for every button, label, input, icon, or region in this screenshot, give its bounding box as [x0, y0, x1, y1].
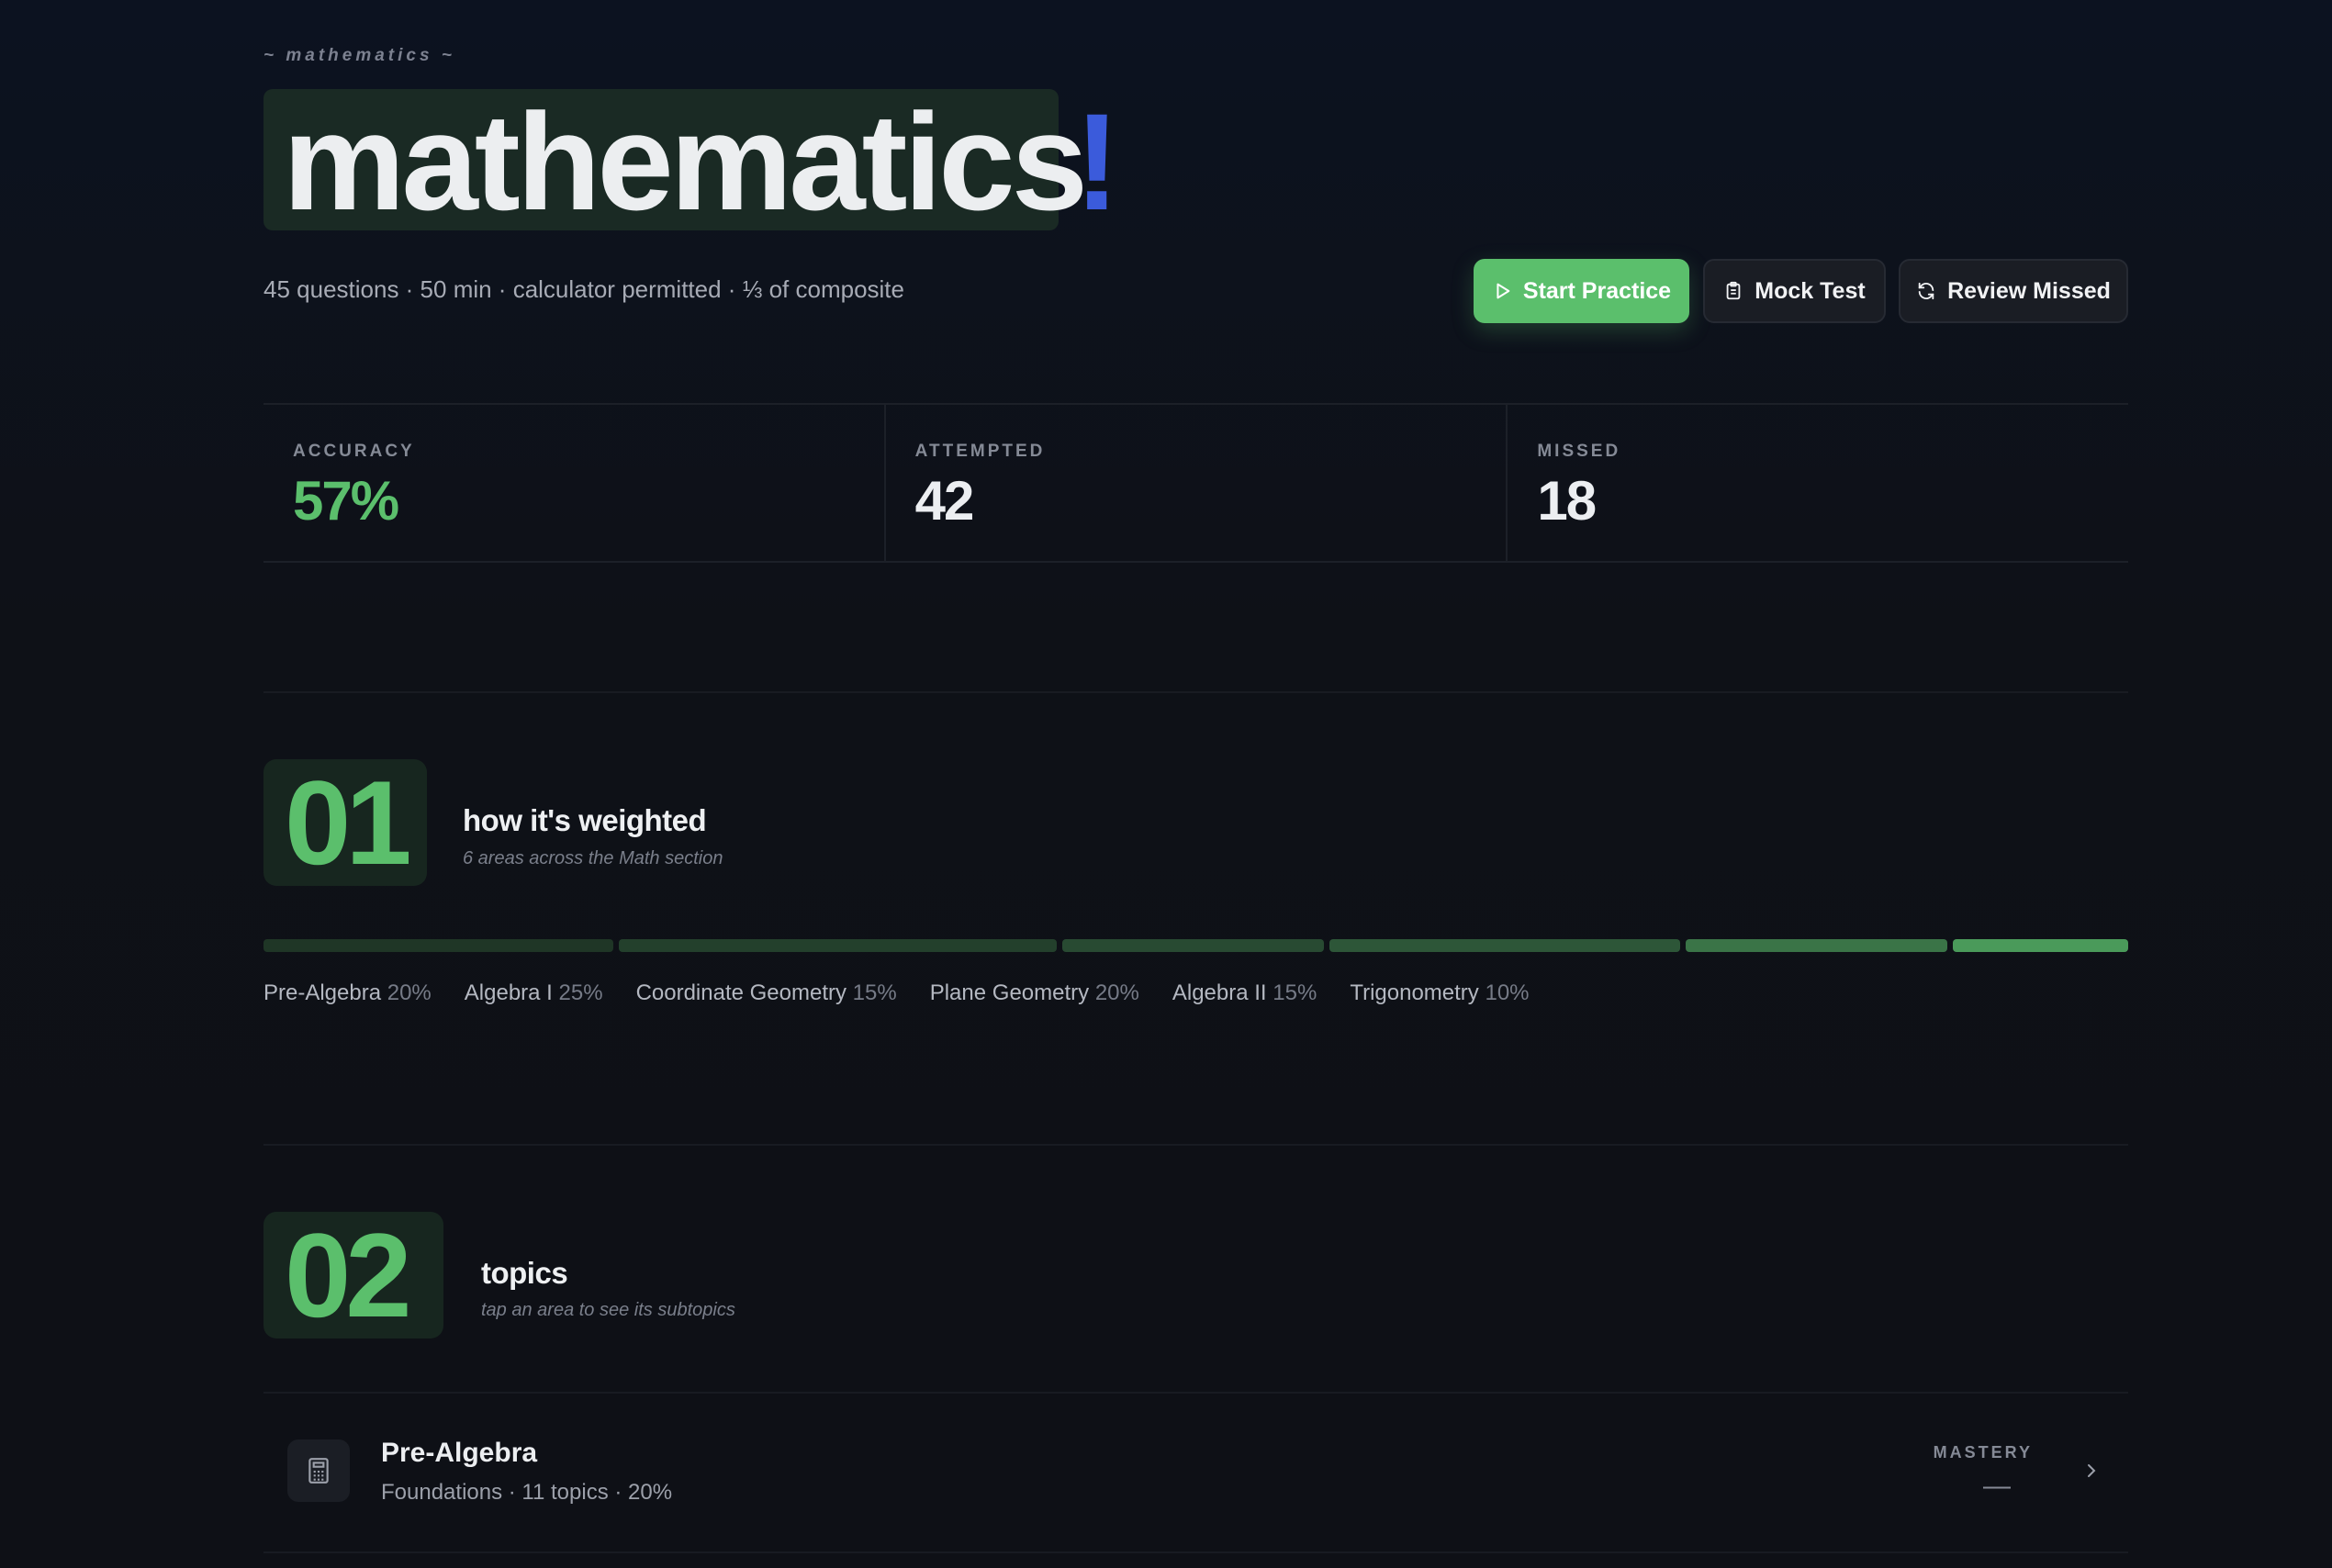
stats-row: ACCURACY 57% ATTEMPTED 42 MISSED 18: [263, 403, 2128, 563]
legend-item: Coordinate Geometry 15%: [636, 980, 897, 1006]
mock-test-button[interactable]: Mock Test: [1703, 259, 1886, 323]
weight-segment: [1685, 939, 1948, 952]
section-title: how it's weighted: [463, 803, 707, 837]
weight-segment: [1061, 939, 1325, 952]
stat-attempted: ATTEMPTED 42: [886, 405, 1508, 561]
play-icon: [1497, 283, 1510, 299]
legend-name: Pre-Algebra: [263, 980, 387, 1005]
section-number: 02: [285, 1208, 412, 1342]
eyebrow-label: ~ mathematics ~: [263, 46, 455, 65]
legend-name: Algebra I: [464, 980, 559, 1005]
legend-percent: 20%: [387, 980, 432, 1005]
topic-subtitle: Foundations · 11 topics · 20%: [381, 1480, 673, 1505]
refresh-icon: [1918, 282, 1934, 300]
topic-title: Pre-Algebra: [381, 1438, 538, 1468]
section-subtitle: tap an area to see its subtopics: [481, 1300, 735, 1320]
review-missed-label: Review Missed: [1947, 277, 2111, 304]
start-practice-label: Start Practice: [1522, 277, 1672, 304]
section-divider: [263, 691, 2128, 693]
weight-legend: Pre-Algebra 20% Algebra I 25% Coordinate G…: [263, 980, 1530, 1006]
legend-percent: 20%: [1094, 980, 1139, 1005]
section-number: 01: [285, 756, 412, 890]
start-practice-button[interactable]: Start Practice: [1474, 259, 1689, 323]
mock-test-label: Mock Test: [1755, 277, 1866, 304]
stat-label: MISSED: [1537, 442, 1621, 461]
legend-item: Algebra II 15%: [1172, 980, 1317, 1006]
calculator-icon: [308, 1458, 329, 1484]
topic-icon-box: [287, 1439, 350, 1502]
legend-item: Algebra I 25%: [465, 980, 603, 1006]
legend-name: Coordinate Geometry: [635, 980, 853, 1005]
legend-name: Trigonometry: [1350, 980, 1486, 1005]
weight-bar: [263, 939, 2128, 952]
stat-label: ACCURACY: [293, 442, 415, 461]
topic-row-pre-algebra[interactable]: Pre-Algebra Foundations · 11 topics · 20…: [263, 1392, 2128, 1553]
chevron-right-icon: [2088, 1464, 2096, 1477]
legend-percent: 10%: [1485, 980, 1530, 1005]
review-missed-button[interactable]: Review Missed: [1899, 259, 2128, 323]
stat-value: 18: [1537, 470, 1597, 532]
legend-percent: 15%: [1273, 980, 1317, 1005]
section-meta: 45 questions · 50 min · calculator permi…: [263, 275, 904, 303]
legend-item: Pre-Algebra 20%: [263, 980, 432, 1006]
section-divider: [263, 1144, 2128, 1146]
legend-name: Plane Geometry: [929, 980, 1095, 1005]
legend-name: Algebra II: [1172, 980, 1273, 1005]
legend-percent: 25%: [558, 980, 603, 1005]
stat-missed: MISSED 18: [1508, 405, 2128, 561]
mastery-value: —: [1983, 1471, 2011, 1501]
section-subtitle: 6 areas across the Math section: [463, 848, 723, 868]
weight-segment: [1953, 939, 2128, 952]
weight-segment: [1329, 939, 1680, 952]
section-title: topics: [481, 1256, 568, 1290]
legend-item: Trigonometry 10%: [1350, 980, 1529, 1006]
legend-item: Plane Geometry 20%: [930, 980, 1139, 1006]
weight-segment: [263, 939, 614, 952]
page-title: mathematics: [283, 84, 1088, 239]
clipboard-icon: [1726, 281, 1741, 300]
mastery-label: MASTERY: [1933, 1443, 2033, 1462]
stat-label: ATTEMPTED: [914, 442, 1046, 461]
legend-percent: 15%: [852, 980, 897, 1005]
stat-value: 57%: [293, 470, 399, 532]
title-accent: !: [1074, 84, 1120, 239]
stat-accuracy: ACCURACY 57%: [263, 405, 886, 561]
weight-segment: [619, 939, 1057, 952]
stat-value: 42: [914, 470, 975, 532]
